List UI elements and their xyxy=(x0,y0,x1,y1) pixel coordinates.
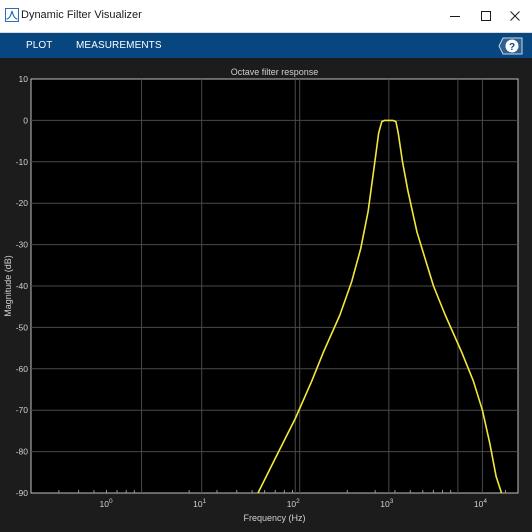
y-tick-label: -60 xyxy=(16,364,29,374)
y-tick-label: -10 xyxy=(16,157,29,167)
tab-plot[interactable]: PLOT xyxy=(26,33,53,58)
y-tick-label: -30 xyxy=(16,240,29,250)
maximize-icon xyxy=(481,11,491,21)
y-axis-label: Magnitude (dB) xyxy=(3,255,13,317)
chart-title: Octave filter response xyxy=(231,67,319,77)
octave-filter-chart[interactable]: 100-10-20-30-40-50-60-70-80-90100 101 102 1… xyxy=(0,58,532,532)
y-tick-label: -70 xyxy=(16,405,29,415)
toolstrip: PLOT MEASUREMENTS ? xyxy=(0,33,532,58)
window-title: Dynamic Filter Visualizer xyxy=(21,9,142,21)
svg-text:?: ? xyxy=(509,42,515,53)
close-icon xyxy=(510,11,520,21)
filter-visualizer-icon xyxy=(5,8,19,22)
x-tick-label: 102 xyxy=(287,498,300,509)
y-tick-label: 0 xyxy=(23,115,28,125)
y-tick-label: -40 xyxy=(16,281,29,291)
close-button[interactable] xyxy=(498,0,532,32)
app-window: Dynamic Filter Visualizer PLOT MEASUREME… xyxy=(0,0,532,532)
tab-measurements[interactable]: MEASUREMENTS xyxy=(76,33,162,58)
y-tick-label: -90 xyxy=(16,488,29,498)
help-button[interactable]: ? xyxy=(498,36,524,56)
minimize-icon xyxy=(450,11,460,21)
minimize-button[interactable] xyxy=(438,0,472,32)
x-tick-label: 100 xyxy=(100,498,113,509)
y-tick-label: -80 xyxy=(16,447,29,457)
y-tick-label: -50 xyxy=(16,322,29,332)
y-tick-label: 10 xyxy=(19,74,29,84)
plot-area: 10 0 -10 -20 -30 -40 -50 -60 -70 -80 -90 100 101 102 1… xyxy=(0,58,532,532)
title-bar: Dynamic Filter Visualizer xyxy=(0,0,532,33)
x-tick-label: 103 xyxy=(380,498,393,509)
x-axis-label: Frequency (Hz) xyxy=(243,513,305,523)
x-tick-label: 104 xyxy=(474,498,487,509)
x-tick-label: 101 xyxy=(193,498,206,509)
y-tick-label: -20 xyxy=(16,198,29,208)
